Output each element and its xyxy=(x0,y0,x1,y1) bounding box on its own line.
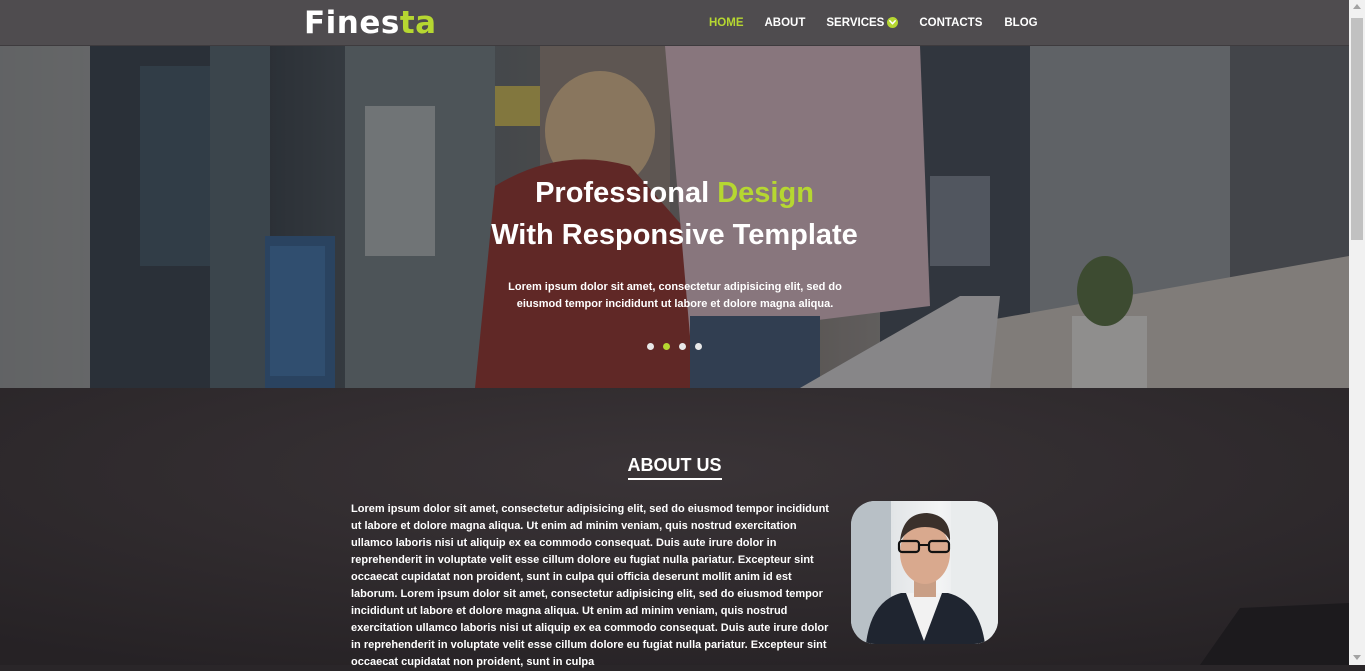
about-heading-underline xyxy=(628,478,722,480)
nav-blog[interactable]: BLOG xyxy=(1004,17,1037,29)
hero-subtitle: Lorem ipsum dolor sit amet, consectetur … xyxy=(508,281,842,310)
logo-text-accent: ta xyxy=(399,5,437,41)
hero-title-part1: Professional xyxy=(535,177,710,209)
slider-dot-2[interactable] xyxy=(663,343,670,350)
hero-title-line2: With Responsive Template xyxy=(491,219,858,251)
profile-photo xyxy=(851,501,998,644)
slider-dot-3[interactable] xyxy=(679,343,686,350)
hero-title-accent: Design xyxy=(717,177,814,209)
hero-title-line1: Professional Design xyxy=(0,177,1349,210)
scrollbar-thumb[interactable] xyxy=(1351,18,1363,240)
nav-services-label: SERVICES xyxy=(826,16,885,29)
slider-dots xyxy=(647,343,702,350)
scroll-down-icon[interactable] xyxy=(1353,655,1361,660)
nav-services[interactable]: SERVICES xyxy=(826,16,899,29)
scroll-up-icon[interactable] xyxy=(1353,4,1361,9)
slider-dot-4[interactable] xyxy=(695,343,702,350)
avatar xyxy=(851,501,998,644)
about-heading: ABOUT US xyxy=(627,455,722,475)
nav-home[interactable]: HOME xyxy=(709,17,744,29)
site-logo[interactable]: Finesta xyxy=(304,4,437,42)
site-header: Finesta HOME ABOUT SERVICES CONTACTS BLO… xyxy=(0,0,1349,46)
about-body-text: Lorem ipsum dolor sit amet, consectetur … xyxy=(351,503,829,668)
hero-slider: Professional Design With Responsive Temp… xyxy=(0,46,1349,388)
slider-dot-1[interactable] xyxy=(647,343,654,350)
main-nav: HOME ABOUT SERVICES CONTACTS BLOG xyxy=(709,0,1038,45)
logo-text-main: Fines xyxy=(304,5,400,41)
nav-about[interactable]: ABOUT xyxy=(765,17,806,29)
nav-contacts[interactable]: CONTACTS xyxy=(919,17,982,29)
hero-overlay xyxy=(0,46,1349,388)
chevron-down-icon[interactable] xyxy=(887,17,899,28)
